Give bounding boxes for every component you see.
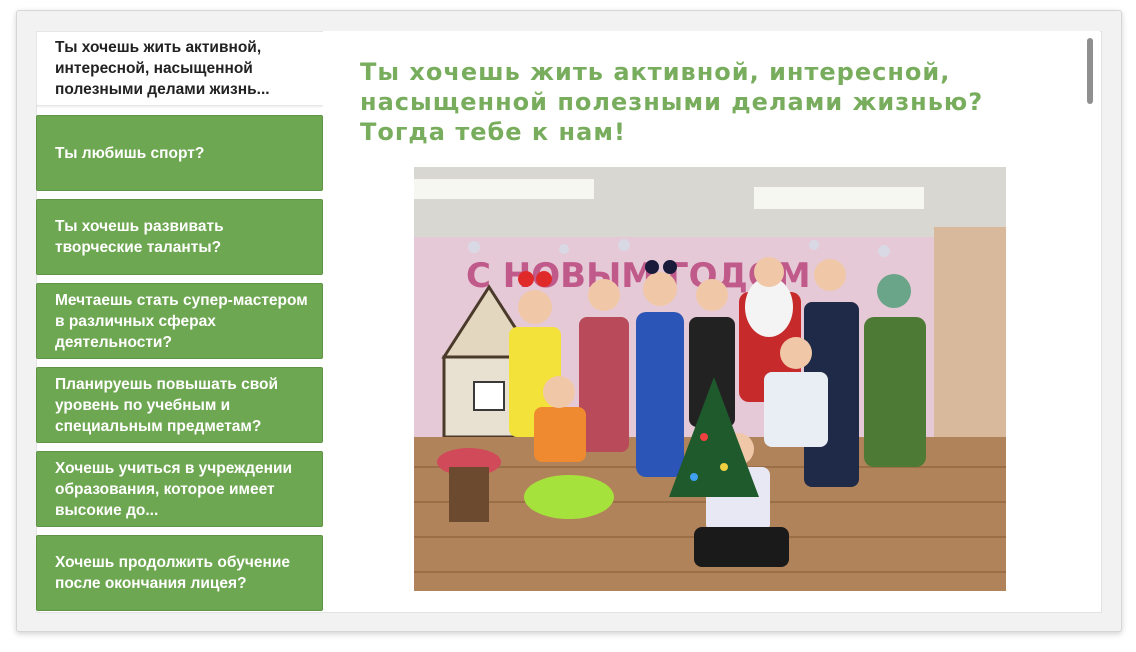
tab-label: Хочешь учиться в учреждении образования,… <box>55 459 293 519</box>
content-heading: Ты хочешь жить активной, интересной, нас… <box>360 58 984 146</box>
tab-content: Ты хочешь жить активной, интересной, нас… <box>323 31 1100 611</box>
tab-super-master[interactable]: Мечтаешь стать супер-мастером в различны… <box>36 283 323 359</box>
tab-label: Ты хочешь жить активной, интересной, нас… <box>55 39 270 98</box>
tab-continue-education[interactable]: Хочешь продолжить обучение после окончан… <box>36 535 323 611</box>
content-scrollbar[interactable] <box>1087 38 1093 104</box>
tab-study-level[interactable]: Планируешь повышать свой уровень по учеб… <box>36 367 323 443</box>
tab-label: Планируешь повышать свой уровень по учеб… <box>55 375 279 435</box>
tab-label: Мечтаешь стать супер-мастером в различны… <box>55 291 308 351</box>
tab-label: Ты хочешь развивать творческие таланты? <box>55 218 224 256</box>
tab-label: Ты любишь спорт? <box>55 144 205 162</box>
tab-list: Ты хочешь жить активной, интересной, нас… <box>36 31 323 611</box>
tab-active-lifestyle[interactable]: Ты хочешь жить активной, интересной, нас… <box>36 31 323 106</box>
tab-label: Хочешь продолжить обучение после окончан… <box>55 554 290 592</box>
tab-sport[interactable]: Ты любишь спорт? <box>36 115 323 191</box>
tab-education-institution[interactable]: Хочешь учиться в учреждении образования,… <box>36 451 323 527</box>
group-photo: С НОВЫМ ГОДОМ <box>414 167 1006 591</box>
tab-creative-talents[interactable]: Ты хочешь развивать творческие таланты? <box>36 199 323 275</box>
